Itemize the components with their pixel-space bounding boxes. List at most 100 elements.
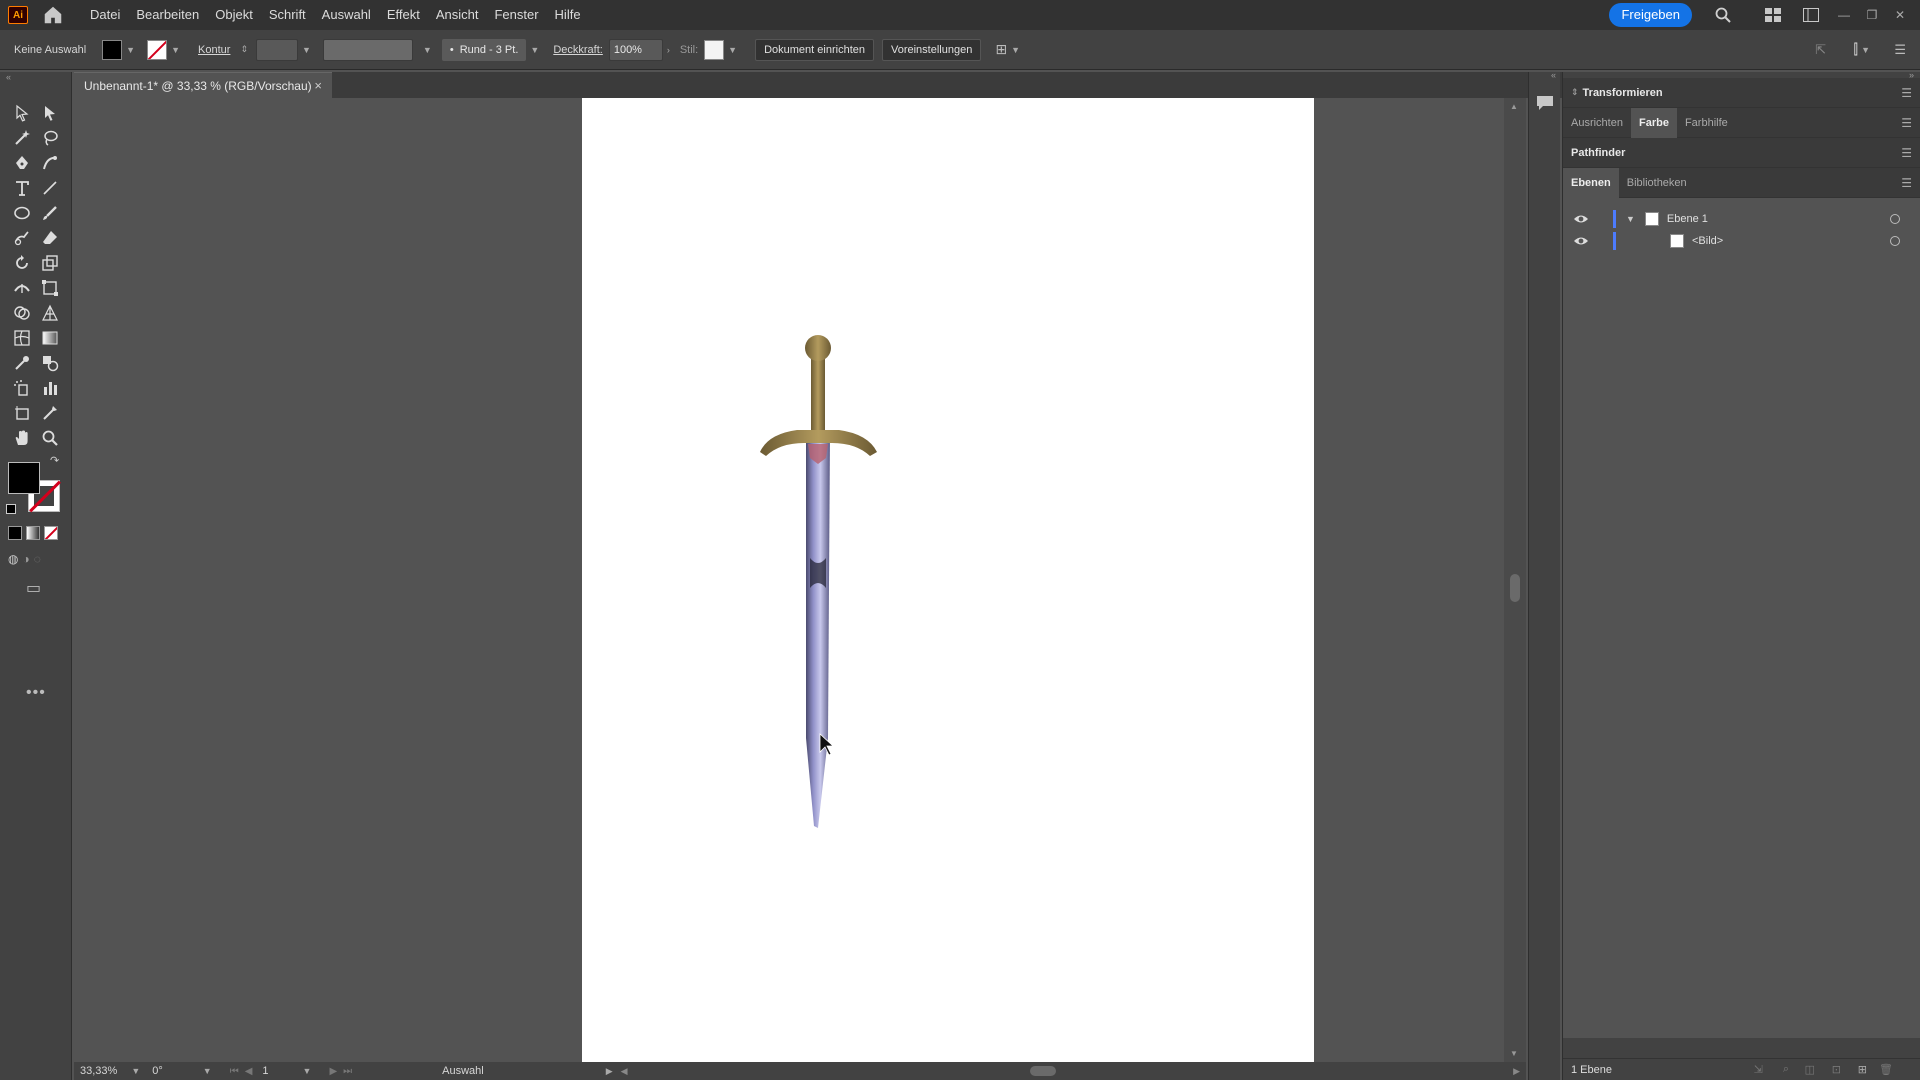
sword-image[interactable] xyxy=(582,98,1314,1062)
eraser-icon[interactable] xyxy=(36,227,64,249)
restore-icon[interactable]: ❐ xyxy=(1858,4,1886,26)
width-tool-icon[interactable] xyxy=(8,277,36,299)
next-artboard-icon[interactable]: ▶ xyxy=(329,1066,337,1077)
shaper-tool-icon[interactable] xyxy=(8,227,36,249)
chevron-down-icon[interactable]: ▼ xyxy=(203,1066,212,1076)
expand-panels-icon[interactable]: « xyxy=(1551,70,1556,80)
lasso-icon[interactable] xyxy=(36,127,64,149)
eye-icon[interactable] xyxy=(1573,213,1589,225)
status-menu-icon[interactable]: ▶ xyxy=(606,1066,613,1077)
pathfinder-panel-header[interactable]: Pathfinder ☰ xyxy=(1563,138,1920,168)
artboard[interactable] xyxy=(582,98,1314,1062)
hand-tool-icon[interactable] xyxy=(8,427,36,449)
tab-bibliotheken[interactable]: Bibliotheken xyxy=(1619,168,1695,198)
curvature-tool-icon[interactable] xyxy=(36,152,64,174)
pen-tool-icon[interactable] xyxy=(8,152,36,174)
search-icon[interactable] xyxy=(1712,4,1734,26)
arrange-documents-icon[interactable] xyxy=(1800,4,1822,26)
scale-tool-icon[interactable] xyxy=(36,252,64,274)
clip-mask-icon[interactable]: ◫ xyxy=(1805,1063,1815,1076)
tab-farbe[interactable]: Farbe xyxy=(1630,107,1677,138)
chevron-down-icon[interactable]: ▼ xyxy=(530,45,539,55)
column-graph-icon[interactable] xyxy=(36,377,64,399)
fill-swatch[interactable] xyxy=(102,39,123,60)
vertical-scrollbar[interactable]: ▲ ▼ xyxy=(1504,98,1526,1062)
menu-effekt[interactable]: Effekt xyxy=(379,0,428,30)
document-setup-button[interactable]: Dokument einrichten xyxy=(755,38,874,61)
vertical-scroll-thumb[interactable] xyxy=(1510,574,1520,602)
toolbar-collapse-icon[interactable]: « xyxy=(6,72,11,82)
swap-fill-stroke-icon[interactable]: ↷ xyxy=(50,454,59,467)
mesh-tool-icon[interactable] xyxy=(8,327,36,349)
ellipse-tool-icon[interactable] xyxy=(8,202,36,224)
panel-menu-icon[interactable]: ☰ xyxy=(1901,116,1912,130)
canvas-area[interactable] xyxy=(74,98,1514,1062)
menu-fenster[interactable]: Fenster xyxy=(486,0,546,30)
scroll-left-icon[interactable]: ◀ xyxy=(621,1066,628,1077)
layer-name[interactable]: Ebene 1 xyxy=(1667,213,1708,225)
control-menu-icon[interactable]: ☰ xyxy=(1894,42,1906,58)
share-button[interactable]: Freigeben xyxy=(1609,3,1692,27)
menu-ansicht[interactable]: Ansicht xyxy=(428,0,487,30)
shape-builder-icon[interactable] xyxy=(8,302,36,324)
draw-normal-icon[interactable]: ◍ xyxy=(8,552,18,566)
brush-dropdown[interactable]: • Rund - 3 Pt. xyxy=(441,38,527,61)
screen-mode-icon[interactable]: ▭ xyxy=(26,578,41,598)
layer-row[interactable]: ▼ Ebene 1 xyxy=(1563,208,1920,230)
home-icon[interactable] xyxy=(42,4,64,26)
menu-hilfe[interactable]: Hilfe xyxy=(547,0,589,30)
layer-target-icon[interactable] xyxy=(1890,214,1900,224)
new-layer-icon[interactable]: ⊞ xyxy=(1858,1063,1867,1076)
style-swatch[interactable] xyxy=(704,39,725,60)
scroll-down-icon[interactable]: ▼ xyxy=(1510,1049,1518,1058)
opacity-field[interactable]: 100% xyxy=(608,38,663,61)
draw-inside-icon[interactable]: ◌ xyxy=(34,552,41,566)
fill-black-swatch[interactable] xyxy=(8,462,40,494)
close-tab-icon[interactable]: × xyxy=(314,78,322,93)
delete-layer-icon[interactable]: 🗑 xyxy=(1879,1063,1893,1076)
chevron-down-icon[interactable]: ▼ xyxy=(171,45,180,55)
draw-behind-icon[interactable]: ◑ xyxy=(22,552,29,566)
fill-stroke-control[interactable]: ↷ xyxy=(6,455,62,516)
line-tool-icon[interactable] xyxy=(36,177,64,199)
type-tool-icon[interactable] xyxy=(8,177,36,199)
horizontal-scroll-thumb[interactable] xyxy=(1030,1066,1056,1076)
gradient-tool-icon[interactable] xyxy=(36,327,64,349)
default-colors-icon[interactable] xyxy=(6,504,16,514)
workspace-icon[interactable] xyxy=(1762,4,1784,26)
variable-width-field[interactable] xyxy=(322,38,413,61)
stroke-swatch[interactable] xyxy=(147,39,168,60)
selection-tool-icon[interactable] xyxy=(8,102,36,124)
tab-farbhilfe[interactable]: Farbhilfe xyxy=(1677,108,1736,138)
none-mode-icon[interactable] xyxy=(44,526,58,540)
chevron-down-icon[interactable]: ▼ xyxy=(302,45,311,55)
stroke-label[interactable]: Kontur xyxy=(198,44,230,56)
panel-toggle-icon[interactable]: ⇱ xyxy=(1815,42,1826,58)
panel-menu-icon[interactable]: ☰ xyxy=(1901,146,1912,160)
minimize-icon[interactable]: — xyxy=(1830,4,1858,26)
chevron-down-icon[interactable]: ▼ xyxy=(131,1066,140,1076)
document-tab[interactable]: Unbenannt-1* @ 33,33 % (RGB/Vorschau) × xyxy=(74,72,332,98)
layer-name[interactable]: <Bild> xyxy=(1692,235,1723,247)
last-artboard-icon[interactable]: ⏭ xyxy=(343,1066,352,1077)
chevron-down-icon[interactable]: ▼ xyxy=(1861,45,1870,55)
layer-row[interactable]: <Bild> xyxy=(1563,230,1920,252)
color-mode-icon[interactable] xyxy=(8,526,22,540)
chevron-down-icon[interactable]: ▼ xyxy=(303,1066,312,1076)
zoom-level[interactable]: 33,33% xyxy=(80,1065,117,1077)
eyedropper-icon[interactable] xyxy=(8,352,36,374)
panel-menu-icon[interactable]: ☰ xyxy=(1901,86,1912,100)
panel-menu-icon[interactable]: ☰ xyxy=(1901,176,1912,190)
slice-tool-icon[interactable] xyxy=(36,402,64,424)
layer-target-icon[interactable] xyxy=(1890,236,1900,246)
magic-wand-icon[interactable] xyxy=(8,127,36,149)
locate-object-icon[interactable]: ⌕ xyxy=(1783,1063,1789,1076)
tab-ausrichten[interactable]: Ausrichten xyxy=(1563,108,1631,138)
tab-ebenen[interactable]: Ebenen xyxy=(1563,167,1619,198)
chevron-down-icon[interactable]: ▼ xyxy=(1626,214,1635,224)
align-panel-icon[interactable]: ⫿ xyxy=(1854,41,1858,58)
prev-artboard-icon[interactable]: ◀ xyxy=(245,1066,253,1077)
opacity-label[interactable]: Deckkraft: xyxy=(553,44,603,56)
more-tools-icon[interactable]: ••• xyxy=(26,684,46,702)
zoom-tool-icon[interactable] xyxy=(36,427,64,449)
